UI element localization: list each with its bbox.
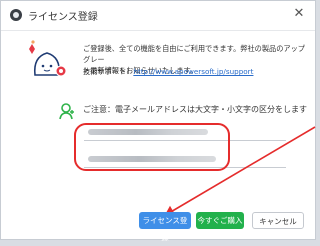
intro-line-1: ご登録後、全ての機能を自由にご利用できます。弊社の製品のアップグレー: [83, 44, 305, 64]
title-bar: ライセンス登録 ✕: [1, 1, 315, 31]
support-label: 技術サポート：: [83, 67, 134, 76]
case-sensitivity-notice: ご注意：電子メールアドレスは大文字・小文字の区分をします: [83, 105, 307, 114]
close-icon[interactable]: ✕: [291, 6, 307, 22]
register-license-button[interactable]: ライセンス登録: [139, 212, 191, 242]
app-logo-icon: [10, 9, 22, 21]
buy-now-button[interactable]: 今すぐご購入: [196, 212, 244, 229]
user-icon: [59, 103, 74, 120]
annotation-arrow: [163, 126, 316, 217]
license-dialog: ライセンス登録 ✕ ご登録後、全ての機能を自由にご利用できます。弊社の製品のアッ…: [0, 0, 316, 242]
support-link[interactable]: http://www.apowersoft.jp/support: [133, 67, 253, 76]
support-line: 技術サポート：http://www.apowersoft.jp/support: [83, 67, 253, 77]
cancel-button[interactable]: キャンセル: [252, 212, 304, 229]
mascot-icon: [29, 40, 67, 77]
window-title: ライセンス登録: [28, 12, 98, 23]
